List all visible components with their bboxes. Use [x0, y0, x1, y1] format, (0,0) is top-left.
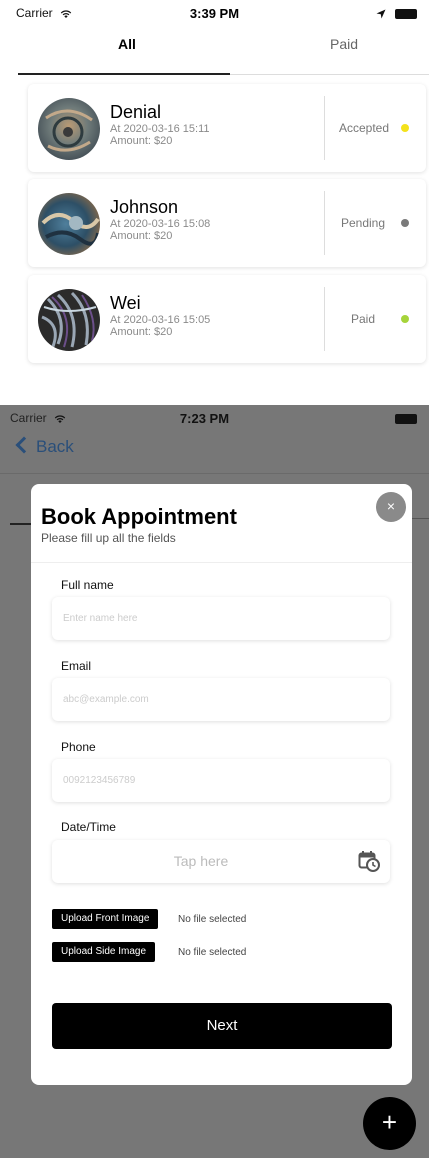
- avatar: [38, 98, 100, 160]
- full-name-input[interactable]: [52, 597, 363, 640]
- appointment-datetime: At 2020-03-16 15:05: [110, 314, 211, 326]
- front-image-status: No file selected: [178, 914, 247, 925]
- appointment-datetime: At 2020-03-16 15:11: [110, 123, 210, 135]
- back-button[interactable]: Back: [15, 436, 74, 457]
- side-image-status: No file selected: [178, 947, 247, 958]
- upload-front-image-button[interactable]: Upload Front Image: [52, 909, 159, 929]
- avatar: [38, 193, 100, 255]
- card-divider: [324, 191, 325, 255]
- status-right: [376, 6, 417, 20]
- tab-indicator-dimmed: [10, 523, 32, 525]
- add-appointment-button[interactable]: +: [363, 1097, 416, 1150]
- tab-bar: All Paid: [18, 30, 429, 75]
- nav-divider: [0, 473, 429, 474]
- client-name: Denial: [110, 102, 162, 122]
- book-appointment-modal: Book Appointment Please fill up all the …: [31, 484, 412, 1085]
- status-label: Accepted: [338, 121, 390, 135]
- client-name: Johnson: [110, 197, 179, 217]
- phone-input[interactable]: [52, 759, 363, 802]
- appointment-amount: Amount: $20: [110, 326, 173, 338]
- appointments-screen: Carrier 3:39 PM All Paid Denial At 2020-…: [0, 0, 429, 395]
- status-label: Paid: [350, 312, 376, 326]
- clock-time: 3:39 PM: [189, 6, 240, 21]
- status-bar: Carrier 7:23 PM: [0, 405, 429, 435]
- close-icon[interactable]: ×: [376, 492, 406, 522]
- next-button[interactable]: Next: [52, 1003, 392, 1049]
- phone-label: Phone: [61, 740, 96, 754]
- battery-icon: [395, 413, 417, 424]
- datetime-placeholder: Tap here: [173, 853, 229, 869]
- client-name: Wei: [110, 293, 141, 313]
- location-arrow-icon: [376, 9, 386, 19]
- appointment-amount: Amount: $20: [110, 135, 173, 147]
- tab-divider-dimmed: [412, 518, 429, 519]
- appointment-card[interactable]: Wei At 2020-03-16 15:05 Amount: $20 Paid: [28, 275, 426, 363]
- datetime-picker[interactable]: Tap here: [52, 840, 390, 883]
- appointment-datetime: At 2020-03-16 15:08: [110, 218, 211, 230]
- status-dot: [401, 315, 409, 323]
- upload-side-image-button[interactable]: Upload Side Image: [52, 942, 156, 962]
- email-label: Email: [61, 659, 92, 673]
- modal-divider: [31, 562, 412, 563]
- battery-icon: [395, 8, 417, 19]
- avatar: [38, 289, 100, 351]
- phone-field: [52, 759, 390, 802]
- email-input[interactable]: [52, 678, 363, 721]
- book-appointment-screen: Carrier 7:23 PM Back Book Appointment Pl…: [0, 405, 429, 1158]
- card-divider: [324, 96, 325, 160]
- appointment-card[interactable]: Denial At 2020-03-16 15:11 Amount: $20 A…: [28, 84, 426, 172]
- modal-subtitle: Please fill up all the fields: [41, 531, 176, 545]
- clock-time: 7:23 PM: [179, 411, 230, 426]
- status-dot: [401, 219, 409, 227]
- chevron-left-icon: [15, 436, 33, 454]
- status-dot: [401, 124, 409, 132]
- email-field: [52, 678, 390, 721]
- status-right: [389, 411, 417, 425]
- full-name-field: [52, 597, 390, 640]
- datetime-label: Date/Time: [61, 820, 116, 834]
- tab-divider: [230, 74, 429, 75]
- full-name-label: Full name: [61, 578, 114, 592]
- appointment-amount: Amount: $20: [110, 230, 173, 242]
- status-label: Pending: [340, 216, 386, 230]
- tab-all[interactable]: All: [118, 36, 136, 52]
- modal-title: Book Appointment: [41, 504, 237, 529]
- appointment-card[interactable]: Johnson At 2020-03-16 15:08 Amount: $20 …: [28, 179, 426, 267]
- calendar-clock-icon[interactable]: [358, 850, 380, 872]
- tab-paid[interactable]: Paid: [330, 36, 358, 52]
- status-bar: Carrier 3:39 PM: [0, 0, 429, 30]
- card-divider: [324, 287, 325, 351]
- active-tab-indicator: [18, 73, 230, 75]
